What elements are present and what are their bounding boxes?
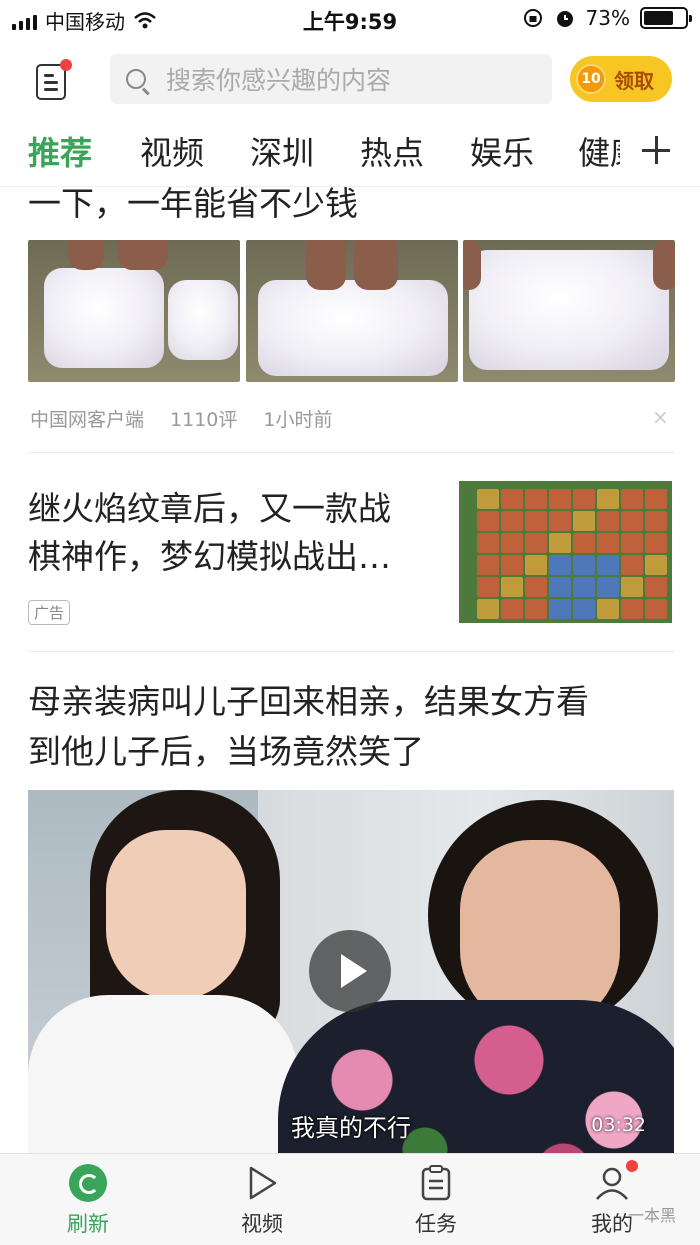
item1-meta: 中国网客户端 1110评 1小时前 xyxy=(30,405,332,432)
ad-title[interactable]: 继火焰纹章后，又一款战 棋神作，梦幻模拟战出… xyxy=(28,485,438,581)
battery-fill xyxy=(644,11,674,25)
alarm-icon xyxy=(556,11,573,27)
item1-thumbnail-3[interactable] xyxy=(463,240,675,382)
add-channel-icon[interactable] xyxy=(642,136,670,164)
ad-thumbnail[interactable] xyxy=(459,481,672,623)
claim-coins-button[interactable]: 10 领取 xyxy=(570,56,672,102)
video-player[interactable]: 我真的不行 03:32 xyxy=(28,790,674,1153)
battery-percent: 73% xyxy=(585,6,630,30)
item3-title-line1: 母亲装病叫儿子回来相亲，结果女方看 xyxy=(28,682,589,721)
notification-badge xyxy=(60,59,72,71)
status-right: 73% xyxy=(522,6,692,30)
profile-badge xyxy=(626,1160,638,1172)
item1-thumbnail-2[interactable] xyxy=(246,240,458,382)
tab-video[interactable]: 视频 xyxy=(140,128,204,174)
item1-title[interactable]: 一下，一年能省不少钱 xyxy=(28,187,358,225)
clipboard-icon xyxy=(417,1164,455,1202)
news-feed: 一下，一年能省不少钱 中国网客户端 1110评 1小时前 × 继火焰纹章后，又一… xyxy=(0,187,700,1153)
refresh-icon xyxy=(69,1164,107,1202)
nav-tasks-label: 任务 xyxy=(415,1212,457,1236)
nav-video-label: 视频 xyxy=(241,1212,283,1236)
status-bar: 中国移动 上午9:59 73% xyxy=(0,0,700,40)
nav-profile[interactable]: 我的 xyxy=(562,1164,662,1238)
feed-divider xyxy=(28,452,674,453)
feed-divider xyxy=(28,651,674,652)
tab-hot[interactable]: 热点 xyxy=(360,128,424,174)
item3-title-line2: 到他儿子后，当场竟然笑了 xyxy=(28,732,424,771)
battery-icon xyxy=(640,7,692,29)
play-outline-icon xyxy=(243,1164,281,1202)
tab-health[interactable]: 健康 xyxy=(578,128,620,174)
search-icon xyxy=(126,69,146,89)
ad-badge: 广告 xyxy=(28,600,71,625)
play-icon[interactable] xyxy=(309,930,391,1012)
claim-label: 领取 xyxy=(614,68,654,93)
nav-video[interactable]: 视频 xyxy=(212,1164,312,1238)
ad-title-line1: 继火焰纹章后，又一款战 xyxy=(28,489,391,528)
tab-shenzhen[interactable]: 深圳 xyxy=(250,128,314,174)
search-placeholder: 搜索你感兴趣的内容 xyxy=(166,66,392,95)
tab-recommend[interactable]: 推荐 xyxy=(28,128,92,174)
nav-tasks[interactable]: 任务 xyxy=(386,1164,486,1238)
item1-thumbnail-1[interactable] xyxy=(28,240,240,382)
item1-time: 1小时前 xyxy=(263,409,333,431)
nav-refresh-label: 刷新 xyxy=(67,1212,109,1236)
video-duration: 03:32 xyxy=(591,1114,646,1136)
search-bar[interactable]: 搜索你感兴趣的内容 xyxy=(110,54,552,104)
tab-entertainment[interactable]: 娱乐 xyxy=(470,128,534,174)
orientation-lock-icon xyxy=(523,9,542,27)
item3-title[interactable]: 母亲装病叫儿子回来相亲，结果女方看 到他儿子后，当场竟然笑了 xyxy=(28,677,678,777)
nav-refresh[interactable]: 刷新 xyxy=(38,1164,138,1238)
coin-icon: 10 xyxy=(576,64,606,94)
header: 搜索你感兴趣的内容 10 领取 xyxy=(0,48,700,112)
category-tabs: 推荐 视频 深圳 热点 娱乐 健康 xyxy=(0,118,700,184)
item1-source: 中国网客户端 xyxy=(30,409,145,431)
item1-comments: 1110评 xyxy=(170,409,238,431)
ad-title-line2: 棋神作，梦幻模拟战出… xyxy=(28,537,391,576)
video-subtitle: 我真的不行 xyxy=(291,1114,411,1142)
user-icon xyxy=(593,1164,631,1202)
dismiss-item-icon[interactable]: × xyxy=(652,405,669,429)
bottom-nav: 刷新 视频 任务 我的 一本黑 xyxy=(0,1153,700,1245)
watermark: 一本黑 xyxy=(628,1206,677,1225)
